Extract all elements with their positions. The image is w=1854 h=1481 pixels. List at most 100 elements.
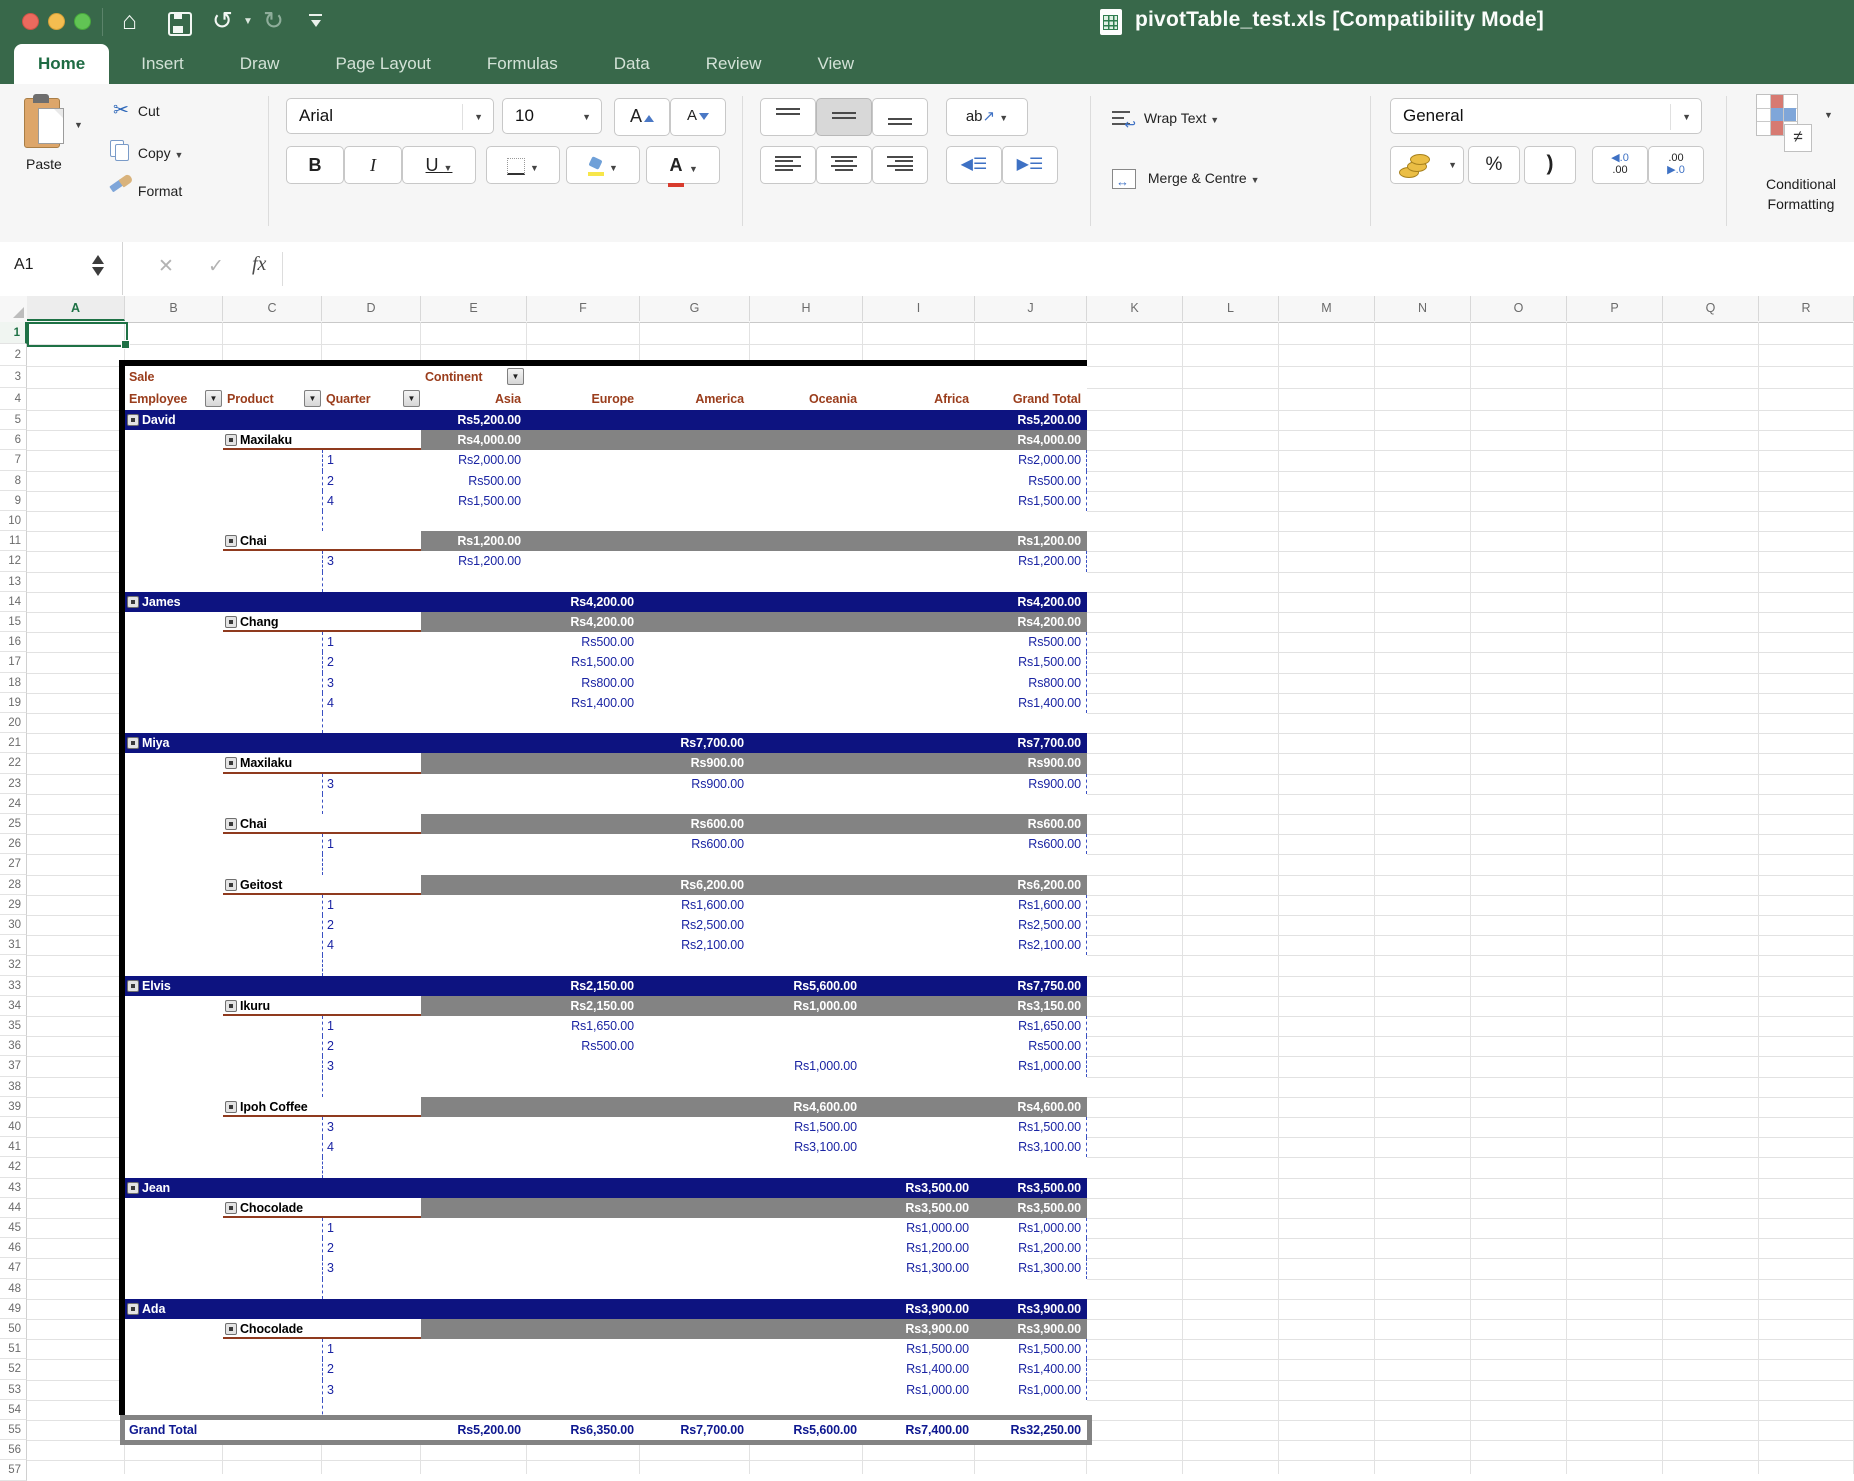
wrap-text-button[interactable]: ↩ Wrap Text ▼ xyxy=(1112,106,1219,130)
tab-insert[interactable]: Insert xyxy=(117,44,208,84)
enter-icon[interactable]: ✓ xyxy=(208,255,224,278)
gridline xyxy=(27,1339,1854,1340)
font-color-button[interactable]: A ▼ xyxy=(646,146,720,184)
undo-icon[interactable]: ↺ xyxy=(212,5,233,37)
tab-draw[interactable]: Draw xyxy=(216,44,304,84)
select-all-corner[interactable] xyxy=(0,296,28,321)
insert-function-icon[interactable]: fx xyxy=(252,253,266,276)
italic-button[interactable]: I xyxy=(344,146,402,184)
name-box-spinner[interactable] xyxy=(92,252,104,279)
decrease-decimal-button[interactable]: ◀.0 .00 xyxy=(1592,146,1648,184)
customize-toolbar-icon[interactable] xyxy=(308,13,324,29)
align-top-button[interactable] xyxy=(760,98,816,136)
selected-cell-outline[interactable] xyxy=(27,322,128,347)
column-header-L[interactable]: L xyxy=(1183,296,1279,321)
tab-review[interactable]: Review xyxy=(682,44,786,84)
copy-dropdown-icon[interactable]: ▼ xyxy=(174,150,183,160)
column-header-F[interactable]: F xyxy=(527,296,640,321)
increase-decimal-button[interactable]: .00 ▶.0 xyxy=(1648,146,1704,184)
paste-button[interactable]: Paste xyxy=(26,156,62,172)
column-header-M[interactable]: M xyxy=(1279,296,1375,321)
gridline xyxy=(1182,322,1183,1474)
gridline xyxy=(27,430,1854,431)
tab-page-layout[interactable]: Page Layout xyxy=(311,44,454,84)
align-bottom-button[interactable] xyxy=(872,98,928,136)
column-header-O[interactable]: O xyxy=(1471,296,1567,321)
align-center-button[interactable] xyxy=(816,146,872,184)
format-button[interactable]: Format xyxy=(108,172,238,202)
column-header-G[interactable]: G xyxy=(640,296,750,321)
column-header-C[interactable]: C xyxy=(223,296,322,321)
bold-button[interactable]: B xyxy=(286,146,344,184)
close-window-button[interactable] xyxy=(22,13,39,30)
column-header-E[interactable]: E xyxy=(421,296,527,321)
cancel-icon[interactable]: ✕ xyxy=(158,255,174,278)
currency-dropdown-icon[interactable]: ▼ xyxy=(1448,160,1457,170)
orientation-dropdown-icon[interactable]: ▼ xyxy=(999,113,1008,123)
conditional-formatting-button[interactable]: Conditional Formatting xyxy=(1746,174,1854,214)
conditional-formatting-label-2: Formatting xyxy=(1768,196,1835,212)
undo-dropdown-icon[interactable]: ▼ xyxy=(243,16,253,27)
maximize-window-button[interactable] xyxy=(74,13,91,30)
align-left-button[interactable] xyxy=(760,146,816,184)
tab-view[interactable]: View xyxy=(793,44,878,84)
column-header-J[interactable]: J xyxy=(975,296,1087,321)
merge-centre-dropdown-icon[interactable]: ▼ xyxy=(1251,175,1260,185)
tab-home[interactable]: Home xyxy=(14,44,109,84)
column-header-B[interactable]: B xyxy=(125,296,223,321)
conditional-formatting-dropdown-icon[interactable]: ▼ xyxy=(1824,110,1833,120)
font-size-select[interactable]: 10 ▼ xyxy=(502,98,602,134)
tab-formulas[interactable]: Formulas xyxy=(463,44,582,84)
formula-input[interactable] xyxy=(292,242,1854,295)
wrap-text-dropdown-icon[interactable]: ▼ xyxy=(1210,115,1219,125)
gridline xyxy=(124,322,125,1474)
percent-style-button[interactable]: % xyxy=(1468,146,1520,184)
gridline xyxy=(27,915,1854,916)
column-header-K[interactable]: K xyxy=(1087,296,1183,321)
currency-button[interactable]: ▼ xyxy=(1390,146,1464,184)
paste-dropdown-icon[interactable]: ▼ xyxy=(74,120,83,130)
column-header-H[interactable]: H xyxy=(750,296,863,321)
gridline xyxy=(27,996,1854,997)
copy-button[interactable]: Copy ▼ xyxy=(108,134,238,164)
increase-indent-button[interactable]: ▶☰ xyxy=(1002,146,1058,184)
decrease-font-button[interactable]: A xyxy=(670,98,726,136)
redo-icon[interactable]: ↻ xyxy=(263,5,284,37)
column-header-P[interactable]: P xyxy=(1567,296,1663,321)
ribbon-tab-bar: HomeInsertDrawPage LayoutFormulasDataRev… xyxy=(0,44,1854,84)
align-middle-button[interactable] xyxy=(816,98,872,136)
gridline xyxy=(27,1137,1854,1138)
decrease-indent-button[interactable]: ◀☰ xyxy=(946,146,1002,184)
column-header-I[interactable]: I xyxy=(863,296,975,321)
column-header-N[interactable]: N xyxy=(1375,296,1471,321)
orientation-button[interactable]: ab↗ ▼ xyxy=(946,98,1028,136)
font-name-select[interactable]: Arial ▼ xyxy=(286,98,494,134)
minimize-window-button[interactable] xyxy=(48,13,65,30)
font-color-dropdown-icon[interactable]: ▼ xyxy=(689,164,698,174)
align-right-button[interactable] xyxy=(872,146,928,184)
column-header-A[interactable]: A xyxy=(27,296,125,321)
borders-button[interactable]: ▼ xyxy=(486,146,560,184)
number-format-select[interactable]: General ▼ xyxy=(1390,98,1702,134)
save-icon[interactable] xyxy=(168,12,192,36)
borders-dropdown-icon[interactable]: ▼ xyxy=(530,163,539,173)
column-header-D[interactable]: D xyxy=(322,296,421,321)
font-name-value: Arial xyxy=(299,106,333,125)
fill-color-button[interactable]: ▼ xyxy=(566,146,640,184)
paste-icon[interactable] xyxy=(22,94,66,150)
fill-color-dropdown-icon[interactable]: ▼ xyxy=(609,163,618,173)
home-icon[interactable]: ⌂ xyxy=(122,5,137,37)
comma-style-button[interactable]: ) xyxy=(1524,146,1576,184)
increase-font-button[interactable]: A xyxy=(614,98,670,136)
column-header-R[interactable]: R xyxy=(1759,296,1854,321)
not-equal-glyph: ≠ xyxy=(1793,127,1802,146)
name-box[interactable]: A1 xyxy=(0,242,123,295)
cut-button[interactable]: ✂ Cut xyxy=(108,96,238,126)
tab-data[interactable]: Data xyxy=(590,44,674,84)
selection-fill-handle[interactable] xyxy=(121,340,130,349)
merge-centre-button[interactable]: ↔ Merge & Centre ▼ xyxy=(1112,166,1260,190)
underline-button[interactable]: U ▼ xyxy=(402,146,476,184)
column-header-Q[interactable]: Q xyxy=(1663,296,1759,321)
gridline xyxy=(27,1380,1854,1381)
underline-dropdown-icon[interactable]: ▼ xyxy=(444,163,453,173)
